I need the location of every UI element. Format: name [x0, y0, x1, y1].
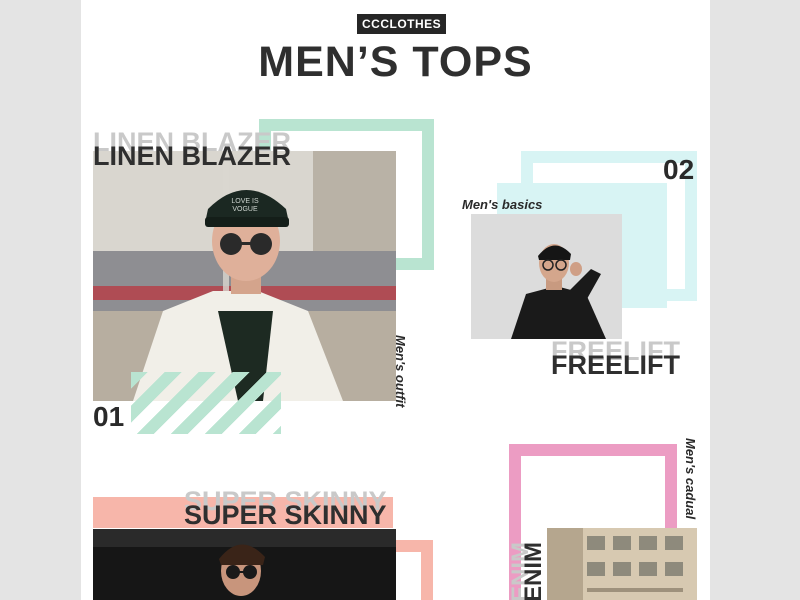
stripe-decoration	[131, 372, 281, 434]
super-skinny-photo	[93, 529, 396, 600]
freelift-photo	[471, 214, 622, 339]
product-name[interactable]: LINEN BLAZER	[93, 141, 291, 171]
product-number: 01	[93, 401, 125, 432]
linen-blazer-photo: LOVE IS VOGUE	[93, 151, 396, 401]
product-tag: Men's outfit	[393, 335, 408, 408]
svg-text:VOGUE: VOGUE	[232, 206, 258, 213]
product-name[interactable]: FREELIFT	[551, 350, 680, 380]
page-title: MEN’S TOPS	[258, 38, 533, 86]
enim-building-photo	[547, 528, 697, 600]
product-photo[interactable]	[471, 214, 622, 339]
svg-text:LOVE IS: LOVE IS	[231, 198, 259, 205]
product-tag: Men's cadual	[683, 438, 698, 520]
product-number: 02	[663, 154, 695, 185]
product-photo[interactable]: LOVE IS VOGUE	[93, 151, 396, 401]
brand-logo[interactable]: CCCLOTHES	[357, 14, 447, 34]
product-name[interactable]: SUPER SKINNY	[184, 500, 387, 530]
product-photo[interactable]	[547, 528, 697, 600]
product-tag: Men's basics	[462, 197, 543, 212]
product-name[interactable]: ENIM	[520, 542, 547, 600]
product-photo[interactable]	[93, 529, 396, 600]
page: CCCLOTHES MEN’S TOPS LOVE IS VOGUE LINEN…	[81, 0, 710, 600]
